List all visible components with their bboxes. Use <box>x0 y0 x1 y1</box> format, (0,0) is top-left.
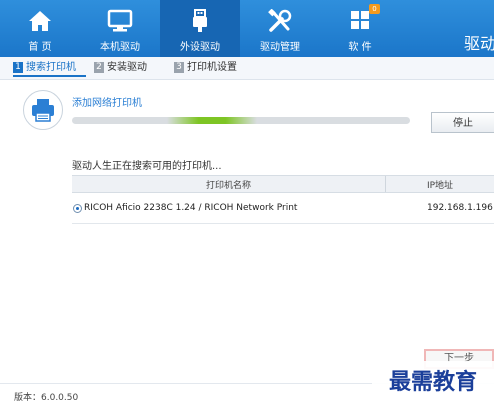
watermark-logo: 最需教育 <box>372 361 494 401</box>
home-icon <box>29 11 51 31</box>
search-status-text: 驱动人生正在搜索可用的打印机... <box>72 161 222 172</box>
version-label: 版本：6.0.0.50 <box>14 393 79 403</box>
step-number: 2 <box>94 62 104 73</box>
step-label: 搜索打印机 <box>26 62 76 73</box>
nav-driver-management-label: 驱动管理 <box>260 42 300 53</box>
ip-address-cell: 192.168.1.196 <box>427 203 493 213</box>
stop-button[interactable]: 停止 <box>431 112 494 133</box>
monitor-icon <box>107 9 133 32</box>
table-divider <box>72 223 494 224</box>
radio-selected-dot <box>76 207 79 210</box>
nav-peripheral-drivers[interactable]: 外设驱动 <box>160 0 240 57</box>
printer-table-header: 打印机名称 IP地址 <box>72 175 494 193</box>
step-bar: 1 搜索打印机 2 安装驱动 3 打印机设置 <box>0 57 494 80</box>
nav-peripheral-drivers-label: 外设驱动 <box>180 42 220 53</box>
step-number: 1 <box>13 62 23 73</box>
progress-indicator <box>167 117 257 124</box>
nav-local-drivers[interactable]: 本机驱动 <box>80 0 160 57</box>
column-ip-address: IP地址 <box>426 181 454 191</box>
column-printer-name: 打印机名称 <box>205 181 251 191</box>
search-progress-bar <box>72 117 410 124</box>
add-network-printer-title: 添加网络打印机 <box>72 98 142 109</box>
active-step-indicator <box>13 75 86 77</box>
printer-radio-button[interactable] <box>73 204 82 213</box>
brand-text: 驱动 <box>463 34 494 53</box>
nav-local-drivers-label: 本机驱动 <box>100 42 140 53</box>
usb-icon <box>193 9 207 32</box>
software-badge: 0 <box>369 4 380 14</box>
printer-name-cell: RICOH Aficio 2238C 1.24 / RICOH Network … <box>84 203 298 213</box>
nav-software-label: 软 件 <box>348 42 372 53</box>
step-label: 打印机设置 <box>187 62 237 73</box>
table-row[interactable]: RICOH Aficio 2238C 1.24 / RICOH Network … <box>72 200 494 218</box>
printer-icon <box>32 99 54 122</box>
printer-icon-circle <box>23 90 63 130</box>
tools-icon <box>268 9 292 32</box>
step-printer-settings[interactable]: 3 打印机设置 <box>174 61 237 75</box>
step-install-driver[interactable]: 2 安装驱动 <box>94 61 147 75</box>
svg-text:最需教育: 最需教育 <box>389 369 477 395</box>
nav-home-label: 首 页 <box>28 42 52 53</box>
nav-home[interactable]: 首 页 <box>0 0 80 57</box>
step-search-printer[interactable]: 1 搜索打印机 <box>13 61 76 75</box>
top-nav-bar: 首 页 本机驱动 外设驱动 驱动管理 0 软 件 驱动 <box>0 0 494 57</box>
step-number: 3 <box>174 62 184 73</box>
nav-driver-management[interactable]: 驱动管理 <box>240 0 320 57</box>
nav-software[interactable]: 0 软 件 <box>320 0 400 57</box>
step-label: 安装驱动 <box>107 62 147 73</box>
